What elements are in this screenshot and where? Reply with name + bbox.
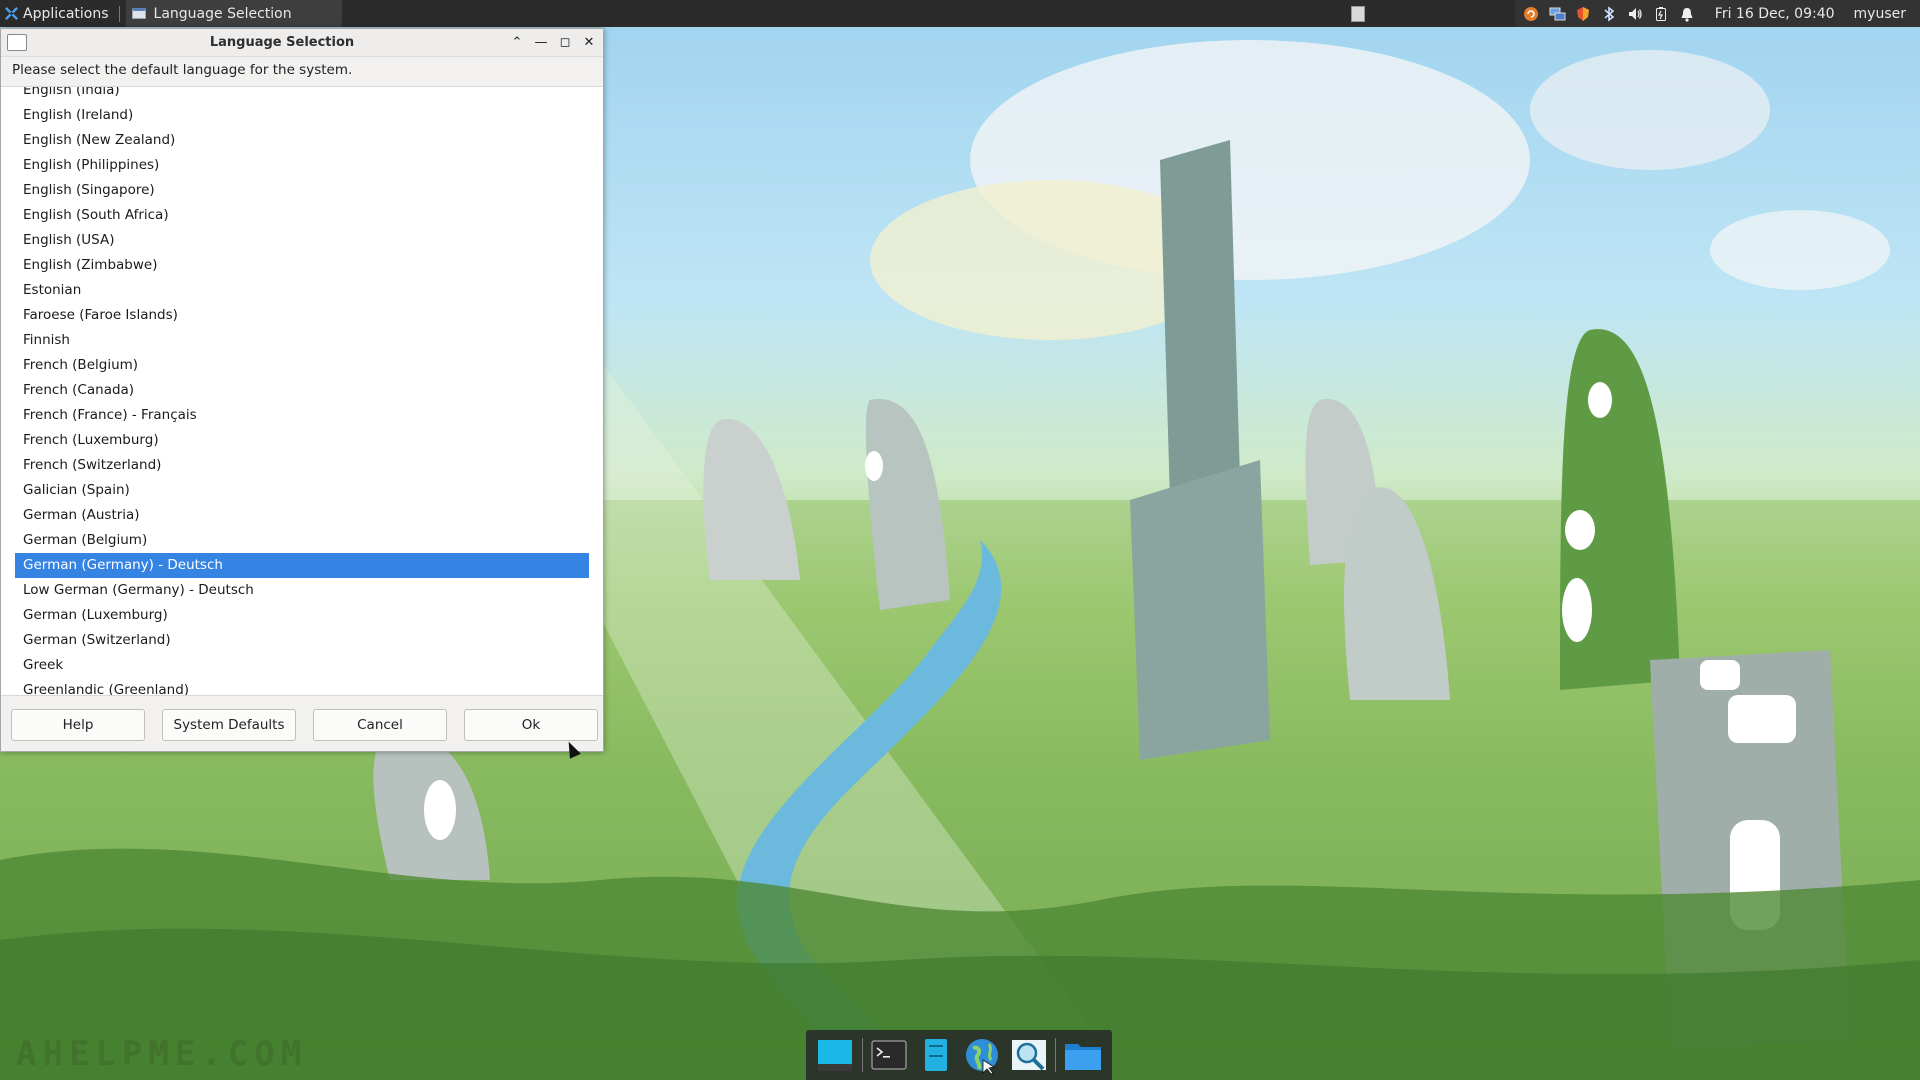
minimize-icon[interactable]: — — [533, 33, 549, 51]
cancel-button[interactable]: Cancel — [313, 709, 447, 741]
dialog-prompt: Please select the default language for t… — [12, 62, 353, 78]
taskbar-button-label: Language Selection — [153, 5, 292, 22]
list-item[interactable]: Galician (Spain) — [1, 478, 603, 503]
window-menu-icon[interactable] — [7, 34, 27, 51]
applications-menu[interactable]: Applications — [0, 0, 113, 27]
window-icon — [131, 8, 146, 19]
list-item[interactable]: Estonian — [1, 278, 603, 303]
close-icon[interactable]: ✕ — [581, 33, 597, 51]
maximize-icon[interactable]: ◻ — [557, 33, 573, 51]
list-item-selected[interactable]: German (Germany) - Deutsch — [15, 553, 589, 578]
list-item[interactable]: German (Austria) — [1, 503, 603, 528]
list-item[interactable]: French (Canada) — [1, 378, 603, 403]
language-selection-dialog: Language Selection ⌃ — ◻ ✕ Please select… — [0, 28, 604, 759]
list-item[interactable]: German (Belgium) — [1, 528, 603, 553]
list-item[interactable]: English (Ireland) — [1, 103, 603, 128]
ok-button[interactable]: Ok — [464, 709, 598, 741]
list-item[interactable]: Finnish — [1, 328, 603, 353]
network-icon[interactable] — [1549, 5, 1566, 22]
user-menu[interactable]: myuser — [1852, 6, 1912, 22]
file-manager-icon[interactable] — [916, 1035, 956, 1075]
language-list-items: English (India) English (Ireland) English … — [1, 87, 603, 695]
bluetooth-icon[interactable] — [1601, 5, 1618, 22]
dock-separator — [861, 1038, 863, 1072]
list-item[interactable]: German (Switzerland) — [1, 628, 603, 653]
list-item[interactable]: English (New Zealand) — [1, 128, 603, 153]
shade-icon[interactable]: ⌃ — [509, 33, 525, 51]
watermark: AHELPME.COM — [16, 1034, 308, 1074]
list-item[interactable]: German (Luxemburg) — [1, 603, 603, 628]
list-item[interactable]: English (Philippines) — [1, 153, 603, 178]
list-item[interactable]: French (Belgium) — [1, 353, 603, 378]
list-item[interactable]: English (India) — [1, 87, 603, 103]
list-item[interactable]: English (USA) — [1, 228, 603, 253]
dock — [806, 1030, 1112, 1080]
system-tray: Fri 16 Dec, 09:40 myuser — [1514, 0, 1920, 27]
top-panel: Applications Language Selection Fri 16 D… — [0, 0, 1920, 27]
list-item[interactable]: Low German (Germany) - Deutsch — [1, 578, 603, 603]
updates-icon[interactable] — [1523, 5, 1540, 22]
list-item[interactable]: Greek — [1, 653, 603, 678]
desktop-icon[interactable] — [815, 1035, 855, 1075]
dialog-button-row: Help System Defaults Cancel Ok — [11, 709, 598, 741]
notification-icon[interactable] — [1679, 5, 1696, 22]
volume-icon[interactable] — [1627, 5, 1644, 22]
help-button[interactable]: Help — [11, 709, 145, 741]
battery-icon[interactable] — [1653, 5, 1670, 22]
list-item[interactable]: French (France) - Français — [1, 403, 603, 428]
workspace-switcher[interactable] — [1350, 5, 1365, 22]
list-item[interactable]: Greenlandic (Greenland) — [1, 678, 603, 695]
xfce-logo-icon — [5, 7, 18, 20]
list-item[interactable]: French (Switzerland) — [1, 453, 603, 478]
web-browser-icon[interactable] — [962, 1035, 1002, 1075]
dock-separator — [1055, 1038, 1057, 1072]
window-controls: ⌃ — ◻ ✕ — [509, 33, 597, 51]
system-defaults-button[interactable]: System Defaults — [162, 709, 296, 741]
search-icon[interactable] — [1009, 1035, 1049, 1075]
list-item[interactable]: English (Zimbabwe) — [1, 253, 603, 278]
dialog-titlebar[interactable]: Language Selection ⌃ — ◻ ✕ — [1, 29, 603, 57]
language-list[interactable]: English (India) English (Ireland) English … — [1, 86, 603, 696]
list-item[interactable]: French (Luxemburg) — [1, 428, 603, 453]
shield-icon[interactable] — [1575, 5, 1592, 22]
taskbar-button-language-selection[interactable]: Language Selection — [125, 0, 342, 27]
panel-separator — [118, 5, 120, 22]
clock[interactable]: Fri 16 Dec, 09:40 — [1705, 6, 1843, 22]
folder-icon[interactable] — [1063, 1035, 1103, 1075]
list-item[interactable]: English (South Africa) — [1, 203, 603, 228]
list-item[interactable]: Faroese (Faroe Islands) — [1, 303, 603, 328]
applications-label: Applications — [23, 5, 109, 22]
list-item[interactable]: English (Singapore) — [1, 178, 603, 203]
terminal-icon[interactable] — [869, 1035, 909, 1075]
